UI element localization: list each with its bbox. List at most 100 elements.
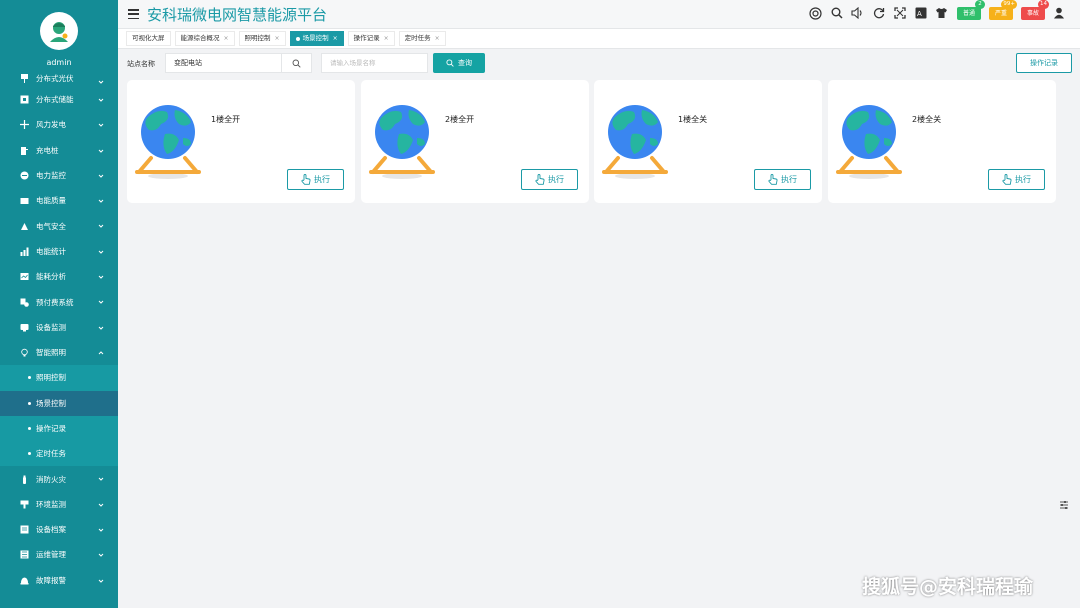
search-icon[interactable]: [830, 6, 844, 20]
query-button[interactable]: 查询: [433, 53, 485, 73]
help-ring-icon[interactable]: [809, 6, 823, 20]
submenu-item-label: 操作记录: [36, 424, 66, 433]
execute-label: 执行: [548, 175, 564, 184]
sidebar-item-energy-analysis[interactable]: 能耗分析: [0, 264, 118, 289]
sidebar-item-maintenance[interactable]: 运维管理: [0, 542, 118, 567]
theme-shirt-icon[interactable]: [935, 6, 949, 20]
storage-icon: [19, 95, 29, 105]
volume-icon[interactable]: [851, 6, 865, 20]
fire-extinguisher-icon: [19, 474, 29, 484]
bar-chart-icon: [19, 246, 29, 256]
tab-energy-overview[interactable]: 能源综合概况 ×: [174, 31, 235, 46]
sidebar-item-fire[interactable]: 消防火灾: [0, 466, 118, 491]
alarm-accident-badge: 14: [1038, 0, 1049, 9]
user-name: admin: [46, 58, 72, 67]
font-size-icon[interactable]: A: [914, 6, 928, 20]
bullet-icon: [28, 376, 31, 380]
chevron-down-icon: [98, 503, 104, 507]
execute-button[interactable]: 执行: [754, 169, 811, 190]
tab-scheduled-task[interactable]: 定时任务 ×: [398, 31, 446, 46]
chevron-down-icon: [98, 149, 104, 153]
hand-pointer-icon: [768, 174, 778, 185]
tab-label: 可视化大屏: [132, 34, 165, 42]
scene-name: 1楼全关: [678, 115, 708, 124]
scene-cards: 1楼全开 执行 2楼全开 执行 1楼全关 执行 2楼全关 执行: [127, 80, 1057, 204]
submenu-item-lighting-control[interactable]: 照明控制: [0, 365, 118, 391]
station-select[interactable]: 变配电站: [165, 53, 312, 73]
hand-pointer-icon: [535, 174, 545, 185]
menu-toggle-icon[interactable]: [128, 9, 139, 19]
page-tabs: 可视化大屏 能源综合概况 × 照明控制 × 场景控制 × 操作记录 × 定时任务…: [118, 29, 1080, 49]
execute-button[interactable]: 执行: [521, 169, 578, 190]
chevron-down-icon: [98, 225, 104, 229]
avatar[interactable]: [40, 12, 78, 50]
close-icon[interactable]: ×: [435, 31, 440, 46]
environment-icon: [19, 499, 29, 509]
header-toolbar: A 普通 2 严重 99+ 事故 14: [802, 0, 1066, 20]
sidebar-item-prepaid[interactable]: 预付费系统: [0, 289, 118, 314]
close-icon[interactable]: ×: [333, 31, 338, 46]
user-icon[interactable]: [1052, 6, 1066, 20]
scene-name: 2楼全开: [445, 115, 475, 124]
sidebar-item-device-archive[interactable]: 设备档案: [0, 517, 118, 542]
sidebar-item-power-monitor[interactable]: 电力监控: [0, 163, 118, 188]
hand-pointer-icon: [301, 174, 311, 185]
submenu-item-scene-control[interactable]: 场景控制: [0, 390, 118, 416]
close-icon[interactable]: ×: [224, 31, 229, 46]
execute-button[interactable]: 执行: [287, 169, 344, 190]
sidebar-item-label: 充电桩: [36, 145, 59, 155]
alarm-normal-button[interactable]: 普通 2: [956, 0, 985, 20]
solar-panel-icon: [19, 74, 29, 84]
sidebar-item-label: 电力监控: [36, 171, 66, 181]
sidebar-item-label: 分布式储能: [36, 95, 74, 105]
sidebar-item-charging[interactable]: 充电桩: [0, 138, 118, 163]
globe-icon: [369, 105, 435, 179]
sidebar-item-power-quality[interactable]: 电能质量: [0, 188, 118, 213]
submenu-item-label: 照明控制: [36, 373, 66, 383]
sidebar-item-fault-alarm[interactable]: 故障报警: [0, 568, 118, 593]
svg-text:A: A: [917, 10, 922, 18]
prepaid-icon: [19, 297, 29, 307]
sidebar-item-label: 设备监测: [36, 322, 66, 332]
scene-name: 2楼全关: [912, 115, 942, 124]
bullet-icon: [28, 401, 31, 405]
tab-visual-screen[interactable]: 可视化大屏: [126, 31, 171, 46]
globe-icon: [602, 105, 668, 179]
submenu-item-scheduled-task[interactable]: 定时任务: [0, 441, 118, 467]
alarm-normal-label: 普通: [962, 9, 975, 17]
chevron-down-icon: [98, 326, 104, 330]
archive-icon: [19, 525, 29, 535]
operation-log-button[interactable]: 操作记录: [1016, 53, 1072, 73]
user-panel: admin: [0, 0, 118, 70]
settings-sliders-icon[interactable]: [1058, 499, 1070, 511]
refresh-icon[interactable]: [872, 6, 886, 20]
submenu-item-label: 场景控制: [36, 398, 66, 408]
chevron-down-icon: [98, 275, 104, 279]
fullscreen-icon[interactable]: [893, 6, 907, 20]
bullet-icon: [28, 452, 31, 456]
search-icon[interactable]: [281, 54, 311, 72]
execute-button[interactable]: 执行: [988, 169, 1045, 190]
sidebar-item-pv[interactable]: 分布式光伏: [0, 70, 118, 87]
tab-operation-log[interactable]: 操作记录 ×: [347, 31, 395, 46]
tab-label: 能源综合概况: [180, 34, 220, 42]
sidebar-item-energy-stats[interactable]: 电能统计: [0, 239, 118, 264]
chevron-down-icon: [98, 123, 104, 128]
tab-lighting-control[interactable]: 照明控制 ×: [238, 31, 286, 46]
scene-name: 1楼全开: [211, 115, 241, 124]
close-icon[interactable]: ×: [275, 31, 280, 46]
maintenance-icon: [19, 550, 29, 560]
sidebar-item-environment[interactable]: 环境监测: [0, 492, 118, 517]
sidebar-item-storage[interactable]: 分布式储能: [0, 87, 118, 112]
sidebar-item-smart-lighting[interactable]: 智能照明: [0, 340, 118, 365]
power-monitor-icon: [19, 171, 29, 181]
sidebar-item-wind[interactable]: 风力发电: [0, 112, 118, 137]
alarm-accident-button[interactable]: 事故 14: [1020, 0, 1049, 20]
tab-scene-control[interactable]: 场景控制 ×: [289, 31, 344, 46]
sidebar-item-electrical-safety[interactable]: 电气安全: [0, 213, 118, 238]
scene-name-input[interactable]: [321, 53, 428, 73]
submenu-item-operation-log[interactable]: 操作记录: [0, 415, 118, 442]
alarm-serious-button[interactable]: 严重 99+: [988, 0, 1017, 20]
sidebar-item-device-monitor[interactable]: 设备监测: [0, 315, 118, 340]
close-icon[interactable]: ×: [384, 31, 389, 46]
